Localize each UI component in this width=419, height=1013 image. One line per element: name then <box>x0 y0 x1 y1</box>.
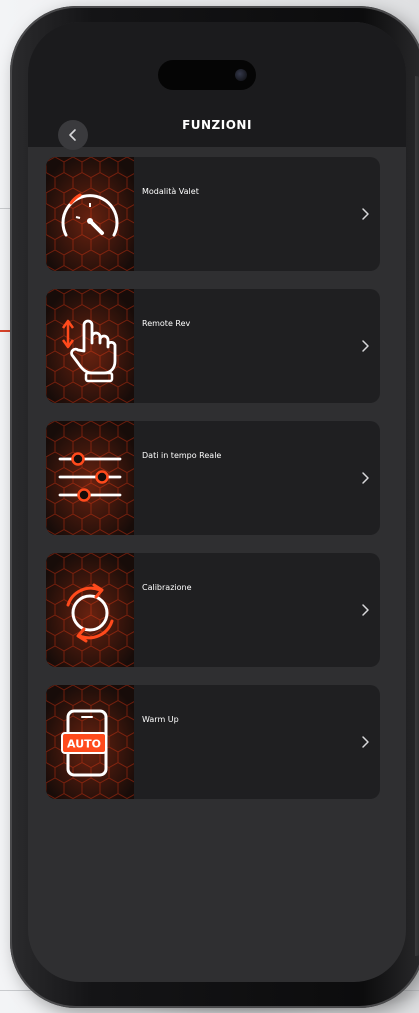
menu-item-thumbnail <box>46 421 134 535</box>
menu-item-label: Dati in tempo Reale <box>142 451 222 460</box>
menu-item-label: Warm Up <box>142 715 179 724</box>
chevron-right-icon <box>362 736 369 748</box>
phone-screen: FUNZIONI Modalità Valet Remote Rev Dati … <box>28 22 406 982</box>
camera-icon <box>235 69 247 81</box>
phone-auto-icon: AUTO <box>61 709 108 777</box>
menu-item-modalita-valet[interactable]: Modalità Valet <box>46 157 380 271</box>
menu-item-thumbnail: AUTO <box>46 685 134 799</box>
menu-item-thumbnail <box>46 157 134 271</box>
menu-item-label: Remote Rev <box>142 319 191 328</box>
menu-item-warm-up[interactable]: AUTO Warm Up <box>46 685 380 799</box>
auto-badge-text: AUTO <box>67 738 101 751</box>
functions-menu: Modalità Valet Remote Rev Dati in tempo … <box>46 157 380 817</box>
chevron-right-icon <box>362 208 369 220</box>
menu-item-remote-rev[interactable]: Remote Rev <box>46 289 380 403</box>
refresh-circle-icon <box>66 583 114 643</box>
sliders-icon <box>58 452 122 502</box>
menu-item-thumbnail <box>46 553 134 667</box>
page-title: FUNZIONI <box>182 118 252 132</box>
menu-item-calibrazione[interactable]: Calibrazione <box>46 553 380 667</box>
menu-item-thumbnail <box>46 289 134 403</box>
app-header: FUNZIONI <box>28 22 406 150</box>
phone-side-edge <box>415 76 419 956</box>
stage: FUNZIONI Modalità Valet Remote Rev Dati … <box>0 0 419 1013</box>
speedometer-icon <box>61 193 119 237</box>
hand-pointer-icon <box>61 319 117 383</box>
menu-item-label: Modalità Valet <box>142 187 199 196</box>
chevron-right-icon <box>362 340 369 352</box>
chevron-right-icon <box>362 472 369 484</box>
chevron-right-icon <box>362 604 369 616</box>
menu-item-label: Calibrazione <box>142 583 192 592</box>
phone-frame: FUNZIONI Modalità Valet Remote Rev Dati … <box>10 6 419 1008</box>
menu-item-dati-in-tempo-reale[interactable]: Dati in tempo Reale <box>46 421 380 535</box>
dynamic-island <box>158 60 256 90</box>
